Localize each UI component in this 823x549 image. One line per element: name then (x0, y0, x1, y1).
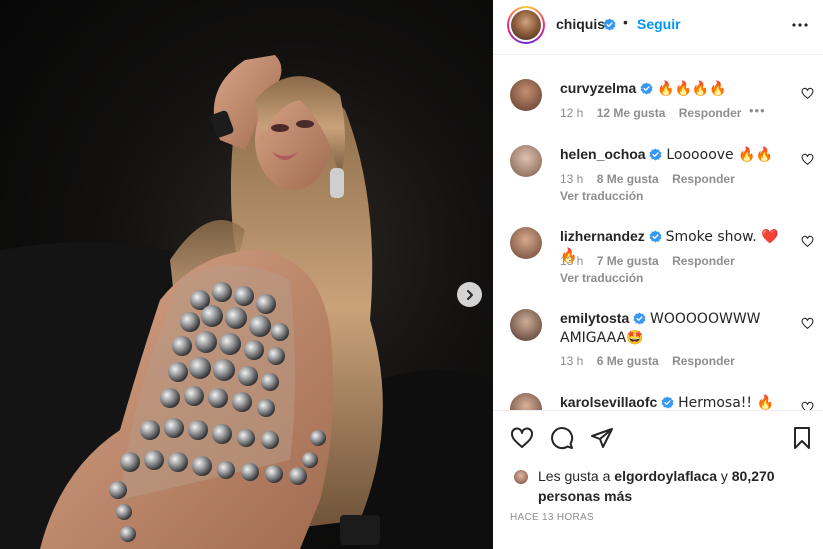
liker-avatar[interactable] (512, 468, 530, 486)
post-header: chiquis • Seguir (493, 0, 823, 55)
heart-outline-icon[interactable] (801, 87, 814, 100)
comment-username[interactable]: helen_ochoa (560, 146, 646, 162)
comment-username[interactable]: emilytosta (560, 310, 629, 326)
more-options-icon[interactable] (789, 15, 811, 35)
verified-badge-icon (603, 16, 616, 34)
heart-outline-icon[interactable] (801, 401, 814, 410)
post-side-panel: chiquis • Seguir curvyzelma 🔥🔥🔥🔥 12 h 12… (493, 0, 823, 549)
comment-meta: 13 h 6 Me gusta Responder (560, 354, 745, 368)
next-image-button[interactable] (457, 282, 482, 307)
commenter-avatar[interactable] (510, 309, 542, 341)
section-divider (493, 410, 823, 411)
comment-time: 13 h (560, 172, 584, 186)
commenter-avatar[interactable] (510, 145, 542, 177)
heart-outline-icon[interactable] (510, 426, 534, 450)
paper-plane-icon[interactable] (590, 426, 614, 450)
comment-likes[interactable]: 12 Me gusta (597, 106, 666, 120)
reply-button[interactable]: Responder (679, 106, 742, 120)
comment-bubble-icon[interactable] (550, 426, 574, 450)
translate-link[interactable]: Ver traducción (560, 189, 643, 203)
heart-outline-icon[interactable] (801, 235, 814, 248)
comment-likes[interactable]: 6 Me gusta (597, 354, 659, 368)
comment-text: Looooove 🔥🔥 (666, 147, 773, 163)
comments-list[interactable]: curvyzelma 🔥🔥🔥🔥 12 h 12 Me gusta Respond… (493, 56, 823, 410)
header-separator: • (623, 14, 628, 30)
translate-link[interactable]: Ver traducción (560, 271, 643, 285)
comment-time: 13 h (560, 354, 584, 368)
author-username[interactable]: chiquis (556, 16, 605, 32)
reply-button[interactable]: Responder (672, 254, 735, 268)
comment-meta: 13 h 8 Me gusta Responder (560, 172, 745, 186)
post-actions-bar (493, 418, 823, 458)
comment-text: 🔥🔥🔥🔥 (657, 81, 727, 97)
verified-badge-icon (649, 230, 662, 243)
heart-outline-icon[interactable] (801, 153, 814, 166)
verified-badge-icon (649, 148, 662, 161)
commenter-avatar[interactable] (510, 227, 542, 259)
verified-badge-icon (640, 82, 653, 95)
comment-time: 12 h (560, 106, 584, 120)
post-photo (0, 55, 493, 549)
post-timestamp[interactable]: HACE 13 HORAS (510, 512, 594, 523)
author-avatar-image (511, 10, 541, 40)
chevron-right-icon (466, 289, 473, 300)
verified-badge-icon (661, 396, 674, 409)
verified-badge-icon (633, 312, 646, 325)
likes-connector: y (720, 468, 728, 484)
author-avatar[interactable] (507, 6, 545, 44)
comment-username[interactable]: curvyzelma (560, 80, 636, 96)
commenter-avatar[interactable] (510, 393, 542, 410)
comment-options-icon[interactable]: ••• (749, 103, 766, 118)
likes-prefix: Les gusta a (538, 468, 611, 484)
first-liker-username[interactable]: elgordoylaflaca (614, 468, 717, 484)
comment-meta: 13 h 7 Me gusta Responder (560, 254, 745, 268)
comment-meta: 12 h 12 Me gusta Responder (560, 106, 751, 120)
comment-time: 13 h (560, 254, 584, 268)
reply-button[interactable]: Responder (672, 172, 735, 186)
comment-likes[interactable]: 7 Me gusta (597, 254, 659, 268)
comment-username[interactable]: karolsevillaofc (560, 394, 657, 410)
heart-outline-icon[interactable] (801, 317, 814, 330)
comment-username[interactable]: lizhernandez (560, 228, 645, 244)
bookmark-icon[interactable] (790, 426, 814, 450)
post-media[interactable] (0, 0, 493, 549)
reply-button[interactable]: Responder (672, 354, 735, 368)
commenter-avatar[interactable] (510, 79, 542, 111)
follow-button[interactable]: Seguir (637, 16, 681, 32)
comment-likes[interactable]: 8 Me gusta (597, 172, 659, 186)
